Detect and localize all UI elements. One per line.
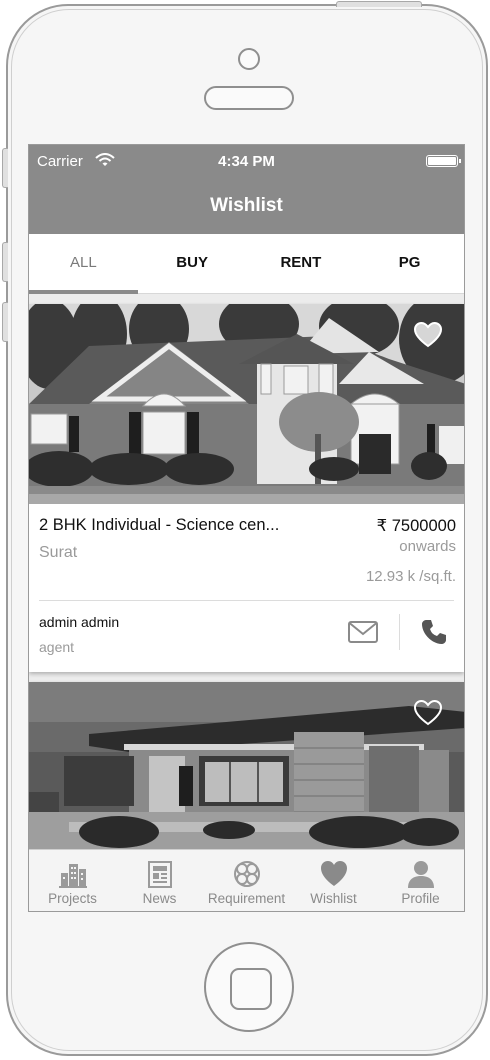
price-note: onwards [399, 538, 456, 555]
listing-title[interactable]: 2 BHK Individual - Science cen... [39, 516, 279, 535]
favorite-heart-icon[interactable] [414, 322, 442, 348]
action-separator [399, 614, 400, 650]
nav-news[interactable]: News [116, 850, 203, 911]
nav-label: Profile [401, 891, 440, 906]
mail-icon[interactable] [348, 621, 378, 643]
heart-icon [320, 861, 347, 886]
tab-buy[interactable]: BUY [138, 234, 247, 293]
battery-icon [426, 155, 461, 167]
nav-label: Projects [48, 891, 97, 906]
nav-label: Wishlist [310, 891, 357, 906]
nav-label: Requirement [207, 891, 286, 906]
earpiece-speaker [204, 86, 294, 110]
buildings-icon [58, 864, 87, 888]
house-image [29, 682, 464, 852]
house-image [29, 304, 464, 504]
newspaper-icon [147, 861, 172, 888]
listing-city: Surat [39, 544, 78, 561]
nav-requirement[interactable]: Requirement [203, 850, 290, 911]
status-bar: Carrier 4:34 PM [29, 145, 464, 177]
agent-name: admin admin [39, 614, 120, 630]
volume-down-button [2, 302, 8, 342]
tab-rent[interactable]: RENT [247, 234, 356, 293]
person-icon [407, 861, 434, 888]
home-button[interactable] [204, 942, 294, 1032]
agent-role: agent [39, 639, 75, 655]
nav-wishlist[interactable]: Wishlist [290, 850, 377, 911]
nav-label: News [142, 891, 177, 906]
tab-all[interactable]: ALL [29, 234, 138, 294]
property-photo[interactable] [29, 682, 464, 852]
requirement-icon [233, 861, 260, 887]
tab-pg[interactable]: PG [355, 234, 464, 293]
page-title: Wishlist [29, 177, 464, 234]
nav-profile[interactable]: Profile [377, 850, 464, 911]
listing-info: 2 BHK Individual - Science cen... ₹ 7500… [29, 504, 464, 600]
nav-projects[interactable]: Projects [29, 850, 116, 911]
power-button [336, 1, 422, 7]
divider [39, 600, 454, 601]
listing-price: ₹ 7500000 [376, 517, 456, 535]
property-photo[interactable] [29, 304, 464, 504]
status-time: 4:34 PM [218, 153, 275, 170]
app-screen: Carrier 4:34 PM Wishlist ALL BUY RENT PG [28, 144, 465, 912]
mute-switch [2, 148, 8, 188]
front-camera [238, 48, 260, 70]
volume-up-button [2, 242, 8, 282]
price-per-sqft: 12.93 k /sq.ft. [365, 568, 456, 585]
phone-icon[interactable] [420, 618, 448, 646]
filter-tabs: ALL BUY RENT PG [29, 234, 464, 294]
bottom-nav: Projects News Requirement Wishlist Profi… [29, 849, 464, 911]
favorite-heart-icon[interactable] [414, 700, 442, 726]
listing-card[interactable] [29, 682, 464, 852]
listing-card[interactable]: 2 BHK Individual - Science cen... ₹ 7500… [29, 304, 464, 672]
